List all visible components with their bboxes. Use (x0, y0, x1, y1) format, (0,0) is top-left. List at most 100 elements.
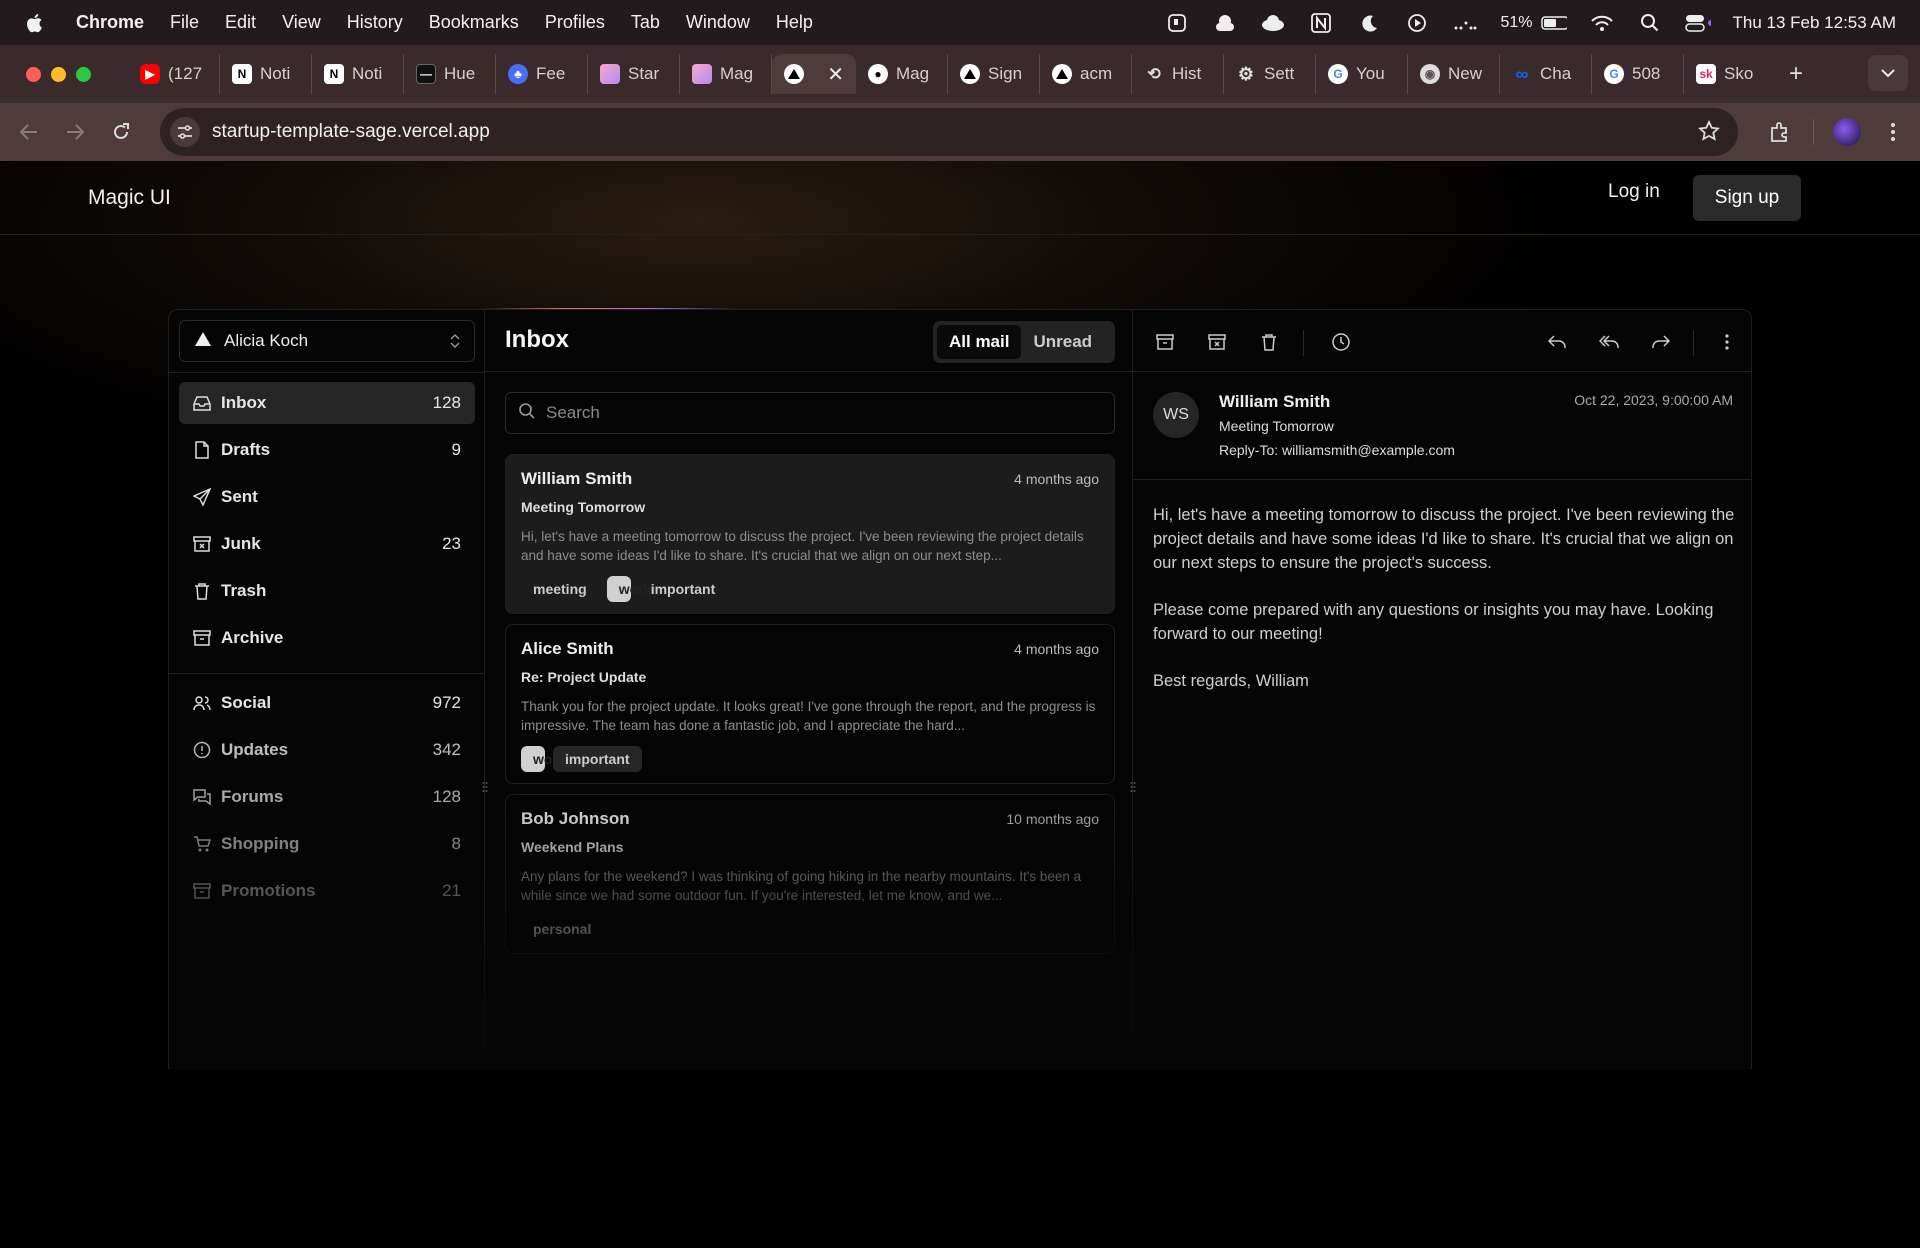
mail-list-item[interactable]: Bob Johnson 10 months ago Weekend Plans … (505, 794, 1115, 954)
browser-tab[interactable]: ⚙ Sett (1224, 54, 1316, 94)
cloud-drive-icon[interactable] (1212, 12, 1238, 34)
reply-button[interactable] (1543, 328, 1571, 356)
tab-search-button[interactable] (1868, 55, 1908, 91)
browser-tab[interactable]: N Noti (312, 54, 404, 94)
extensions-icon[interactable] (1757, 109, 1803, 155)
bookmark-star-icon[interactable] (1697, 119, 1721, 147)
browser-tab[interactable]: Mag (680, 54, 772, 94)
site-brand[interactable]: Magic UI (88, 186, 171, 210)
menu-tab[interactable]: Tab (631, 12, 660, 33)
account-switcher[interactable]: Alicia Koch (179, 320, 475, 362)
menu-file[interactable]: File (170, 12, 199, 33)
zoom-window-button[interactable] (76, 66, 91, 82)
tab-unread[interactable]: Unread (1021, 325, 1104, 359)
browser-tab[interactable]: ♣ Fee (496, 54, 588, 94)
menu-edit[interactable]: Edit (225, 12, 256, 33)
browser-tab[interactable]: ◉ New (1408, 54, 1500, 94)
browser-tab[interactable]: G You (1316, 54, 1408, 94)
sidebar-item-count: 128 (432, 787, 461, 806)
notion-icon[interactable] (1308, 12, 1334, 34)
sidebar-item-shopping[interactable]: Shopping 8 (179, 823, 475, 865)
menubar-clock[interactable]: Thu 13 Feb 12:53 AM (1733, 13, 1897, 33)
sidebar-item-updates[interactable]: Updates 342 (179, 729, 475, 771)
move-to-junk-button[interactable] (1203, 328, 1231, 356)
browser-tab[interactable]: N Noti (220, 54, 312, 94)
sidebar-item-forums[interactable]: Forums 128 (179, 776, 475, 818)
browser-tab[interactable]: G 508 (1592, 54, 1684, 94)
sidebar-item-sent[interactable]: Sent (179, 476, 475, 518)
sidebar-item-social[interactable]: Social 972 (179, 682, 475, 724)
google-icon: G (1328, 64, 1348, 84)
menu-bookmarks[interactable]: Bookmarks (429, 12, 519, 33)
mail-list-item[interactable]: Alice Smith 4 months ago Re: Project Upd… (505, 624, 1115, 784)
menu-profiles[interactable]: Profiles (545, 12, 605, 33)
sidebar-item-drafts[interactable]: Drafts 9 (179, 429, 475, 471)
tab-title: Sko (1724, 64, 1754, 83)
browser-tab[interactable]: — Hue (404, 54, 496, 94)
back-button[interactable] (6, 109, 52, 155)
close-window-button[interactable] (26, 66, 41, 82)
menu-app-name[interactable]: Chrome (76, 12, 144, 33)
mail-tags: work important (521, 746, 1099, 772)
search-input[interactable] (546, 403, 1086, 423)
forward-button[interactable] (52, 109, 98, 155)
url-text[interactable]: startup-template-sage.vercel.app (212, 121, 490, 143)
screenshot-icon[interactable] (1164, 12, 1190, 34)
moon-icon[interactable] (1356, 12, 1382, 34)
archive-button[interactable] (1151, 328, 1179, 356)
wifi-icon[interactable] (1589, 12, 1615, 34)
browser-tab-active[interactable]: ✕ (772, 54, 856, 94)
signup-button[interactable]: Sign up (1693, 175, 1801, 221)
sidebar-item-inbox[interactable]: Inbox 128 (179, 382, 475, 424)
browser-tab[interactable]: ● Mag (856, 54, 948, 94)
menu-help[interactable]: Help (776, 12, 813, 33)
trash-button[interactable] (1255, 328, 1283, 356)
browser-tab[interactable]: acm (1040, 54, 1132, 94)
mail-preview: Any plans for the weekend? I was thinkin… (521, 869, 1082, 903)
cloud-icon[interactable] (1260, 12, 1286, 34)
battery-icon[interactable] (1540, 12, 1567, 34)
google-icon: G (1604, 64, 1624, 84)
play-circle-icon[interactable] (1404, 12, 1430, 34)
login-link[interactable]: Log in (1608, 181, 1660, 203)
sidebar-item-junk[interactable]: Junk 23 (179, 523, 475, 565)
tab-title: Sett (1264, 64, 1295, 83)
new-tab-button[interactable]: + (1776, 60, 1816, 88)
tab-all-mail[interactable]: All mail (937, 325, 1022, 359)
forward-mail-button[interactable] (1647, 328, 1675, 356)
chrome-menu-icon[interactable] (1870, 109, 1916, 155)
mail-list-item[interactable]: William Smith 4 months ago Meeting Tomor… (505, 454, 1115, 614)
mail-time: 4 months ago (1014, 641, 1099, 657)
browser-tab[interactable]: ▶ (127 (128, 54, 220, 94)
reader-subject: Meeting Tomorrow (1219, 418, 1334, 434)
sidebar-item-label: Junk (221, 534, 261, 553)
mail-preview: Hi, let's have a meeting tomorrow to dis… (521, 529, 1084, 563)
control-center-icon[interactable] (1684, 12, 1711, 34)
sidebar-item-promotions[interactable]: Promotions 21 (179, 870, 475, 912)
browser-tab[interactable]: ⟲ Hist (1132, 54, 1224, 94)
site-settings-icon[interactable] (170, 117, 200, 147)
browser-tab[interactable]: Sign (948, 54, 1040, 94)
sidebar-item-archive[interactable]: Archive (179, 617, 475, 659)
menu-view[interactable]: View (282, 12, 321, 33)
browser-tab[interactable]: sk Sko (1684, 54, 1776, 94)
triangle-icon (960, 64, 980, 84)
apple-icon[interactable] (24, 12, 46, 34)
minimize-window-button[interactable] (51, 66, 66, 82)
browser-tab[interactable]: ∞ Cha (1500, 54, 1592, 94)
reply-all-button[interactable] (1595, 328, 1623, 356)
menu-window[interactable]: Window (686, 12, 750, 33)
more-options-icon[interactable] (1713, 328, 1741, 356)
menu-history[interactable]: History (347, 12, 403, 33)
snooze-clock-button[interactable] (1327, 328, 1355, 356)
reload-button[interactable] (98, 109, 144, 155)
close-tab-icon[interactable]: ✕ (827, 62, 844, 87)
spotlight-search-icon[interactable] (1637, 12, 1663, 34)
activity-icon[interactable] (1452, 12, 1478, 34)
sk-icon: sk (1696, 64, 1716, 84)
profile-avatar[interactable] (1824, 109, 1870, 155)
browser-tab[interactable]: Star (588, 54, 680, 94)
mail-body-paragraph: Best regards, William (1153, 672, 1309, 690)
address-bar[interactable]: startup-template-sage.vercel.app (160, 108, 1738, 156)
sidebar-item-trash[interactable]: Trash (179, 570, 475, 612)
